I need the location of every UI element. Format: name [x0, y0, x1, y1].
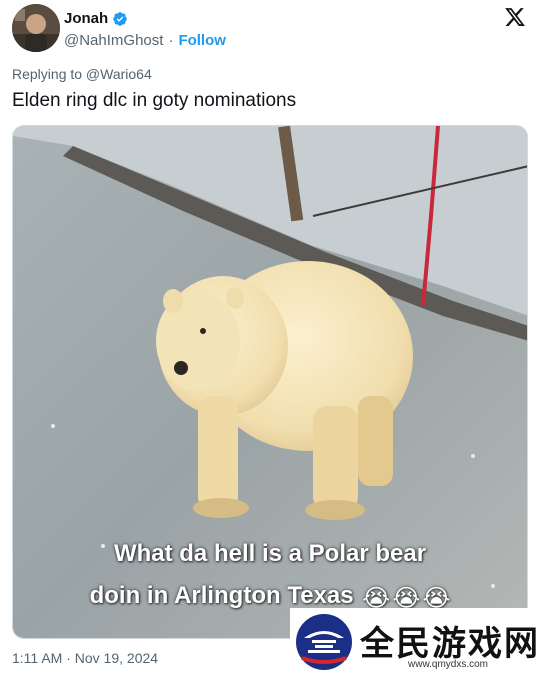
follow-button[interactable]: Follow — [178, 32, 226, 49]
avatar[interactable] — [12, 4, 60, 52]
caption-line2-text: doin in Arlington Texas — [89, 582, 354, 609]
tweet-timestamp[interactable]: 1:11 AM · Nov 19, 2024 — [12, 650, 158, 666]
tweet-media-image[interactable]: What da hell is a Polar bear doin in Arl… — [12, 125, 528, 639]
watermark-url: www.qmydxs.com — [408, 659, 489, 670]
tweet-text: Elden ring dlc in goty nominations — [12, 90, 297, 111]
site-watermark: 全民游戏网 www.qmydxs.com — [290, 608, 540, 676]
watermark-title: 全民游戏网 — [360, 624, 540, 664]
tweet-card: Jonah @NahImGhost · Follow Replying to @… — [0, 0, 540, 676]
tweet-header: Jonah @NahImGhost · Follow — [12, 4, 528, 56]
x-logo-icon[interactable] — [504, 6, 526, 28]
pagoda-logo-icon — [296, 614, 352, 670]
media-caption-line1: What da hell is a Polar bear — [113, 540, 427, 567]
verified-badge-icon — [113, 11, 128, 26]
author-handle-row: @NahImGhost · Follow — [64, 32, 226, 49]
author-name[interactable]: Jonah — [64, 10, 108, 27]
separator-dot: · — [168, 32, 174, 49]
replying-to[interactable]: Replying to @Wario64 — [12, 66, 152, 82]
author-handle[interactable]: @NahImGhost — [64, 32, 163, 49]
author-name-row: Jonah — [64, 10, 128, 27]
